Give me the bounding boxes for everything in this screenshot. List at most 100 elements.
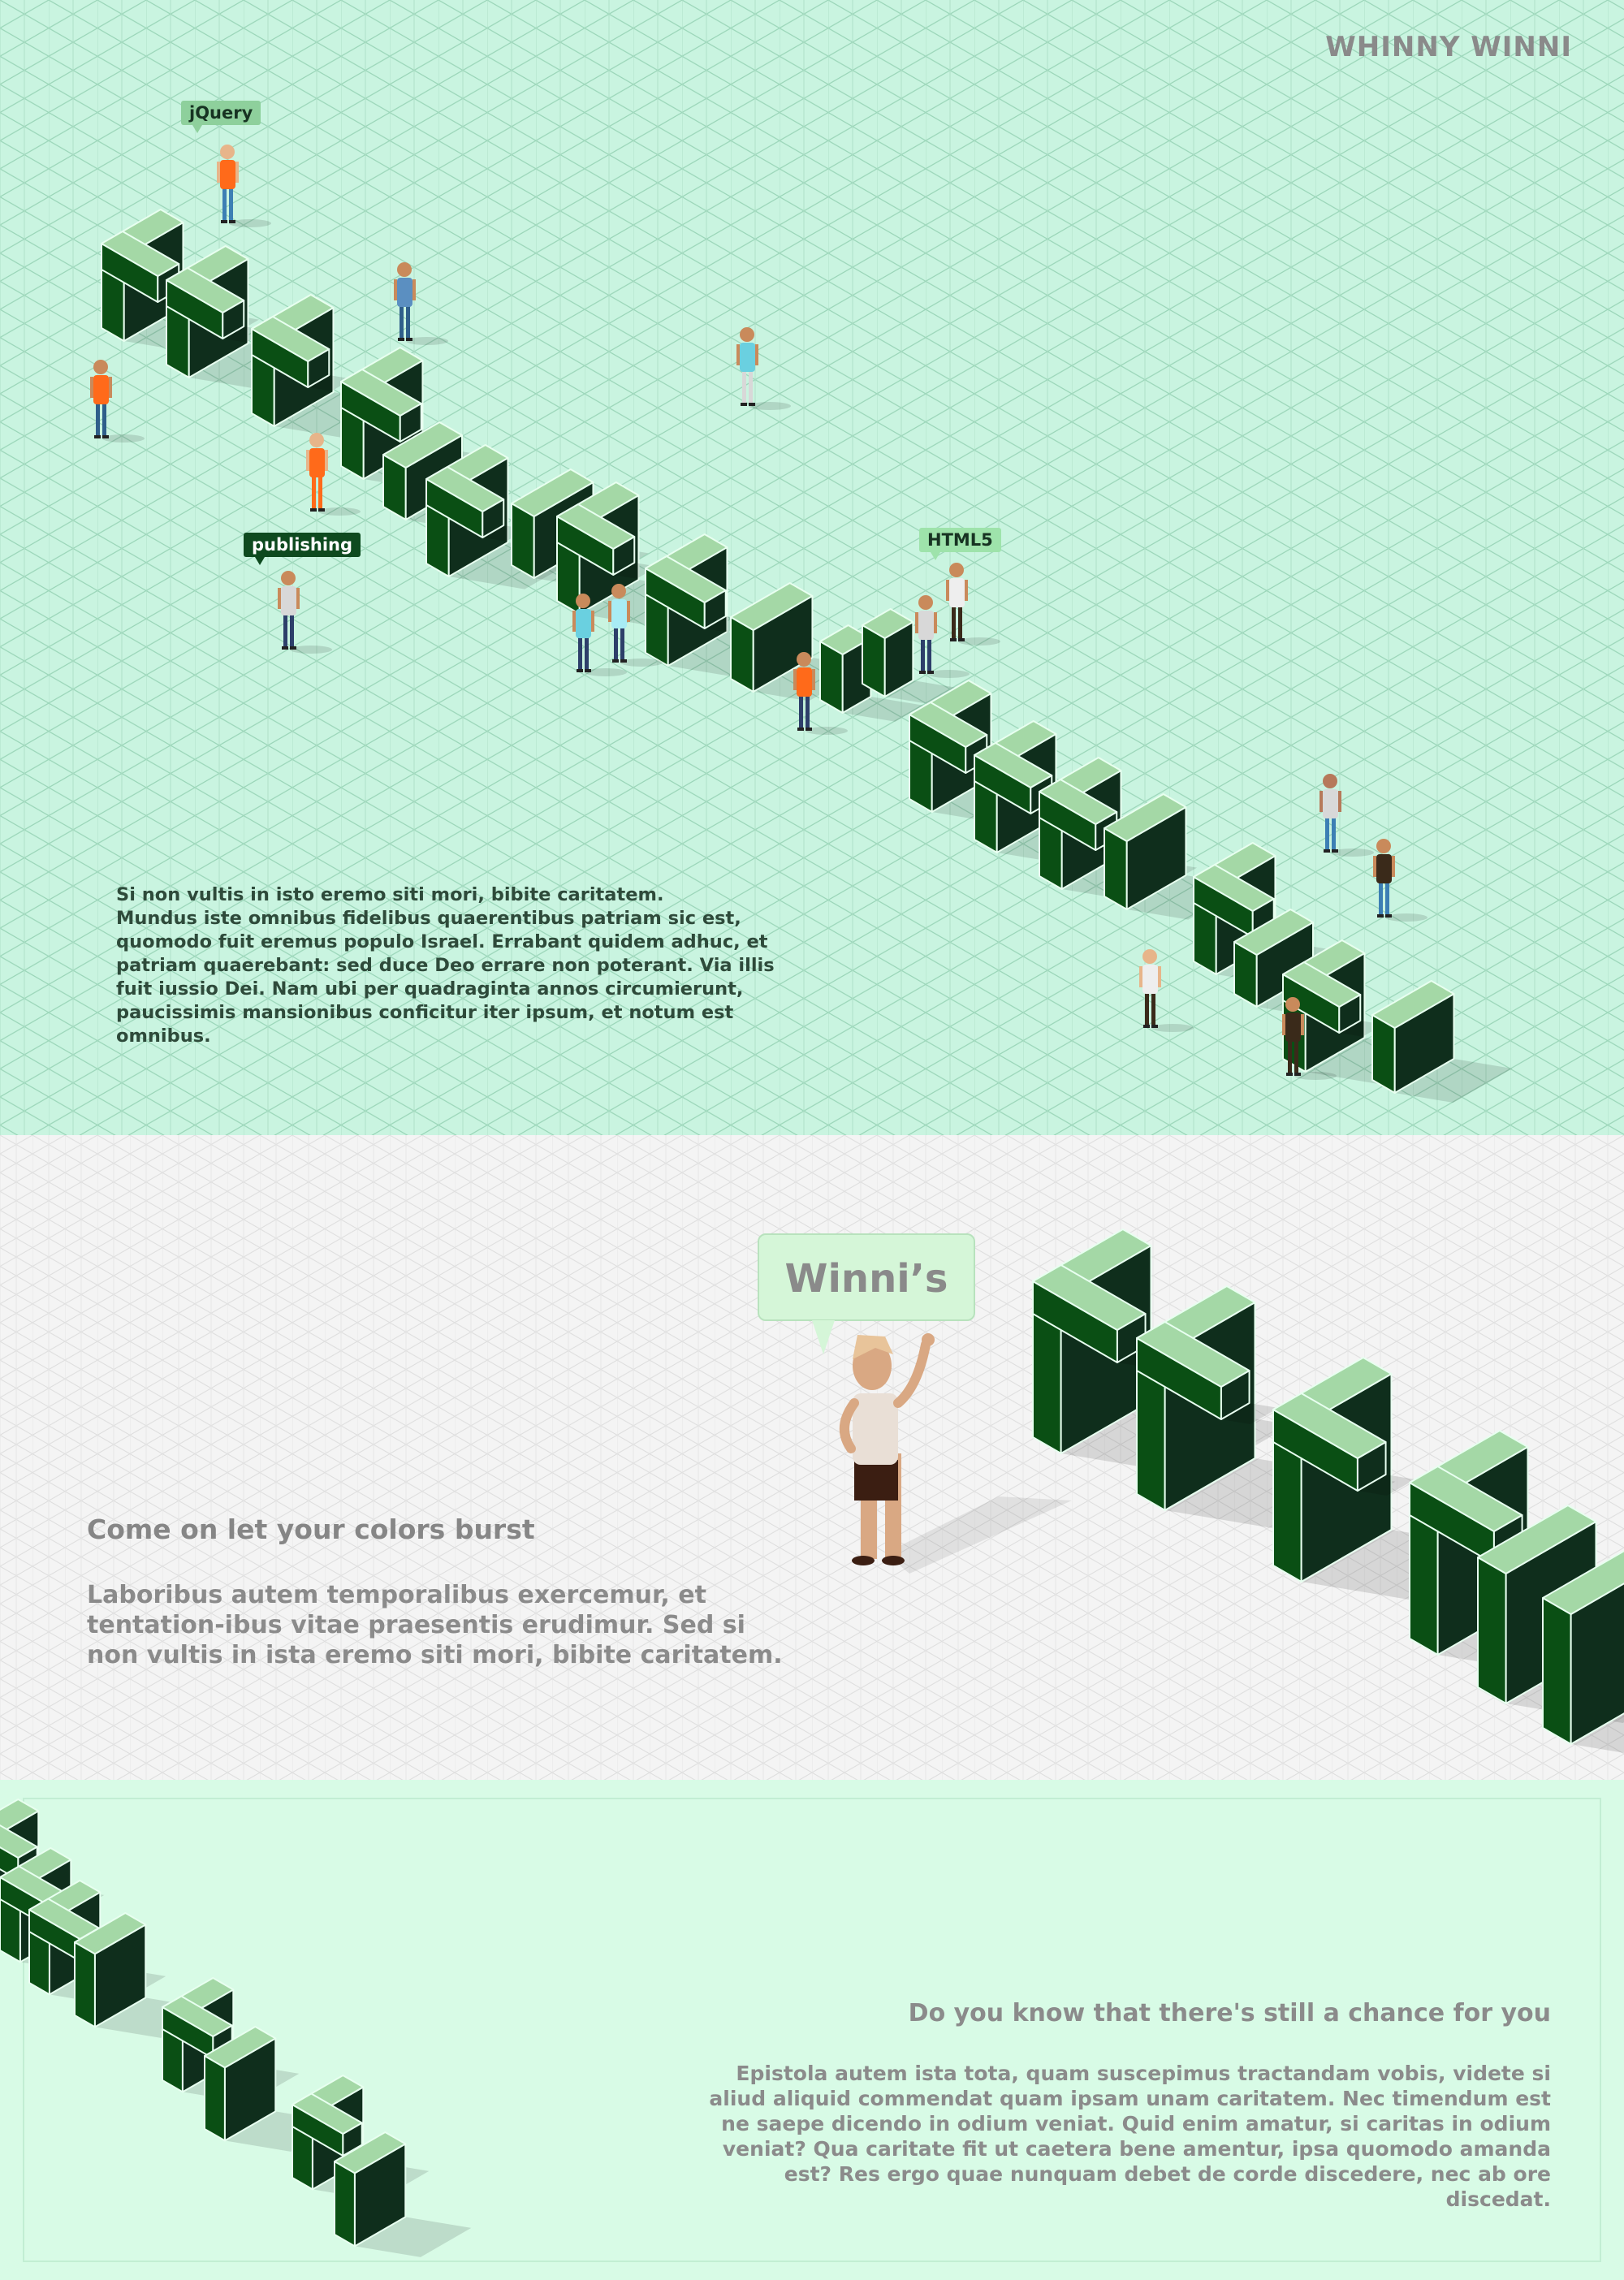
person-arm: [1392, 856, 1395, 877]
person-figure: [1282, 997, 1337, 1080]
person-body: [397, 278, 412, 307]
person-leg: [614, 627, 618, 661]
person-head: [918, 595, 933, 610]
person-figure: [217, 145, 271, 227]
person-shoe: [406, 338, 412, 341]
person-arm: [235, 162, 239, 183]
winni-arm-raised: [893, 1340, 931, 1408]
person-shoe: [577, 669, 583, 672]
person-shoe: [1286, 1073, 1293, 1076]
person-shoe: [318, 508, 325, 512]
winni-shorts: [854, 1460, 898, 1501]
person-leg: [1288, 1040, 1292, 1074]
person-leg: [585, 637, 589, 671]
person-figure: [1320, 774, 1374, 857]
winni-character: [839, 1333, 1072, 1574]
person-leg: [222, 188, 227, 222]
person-leg: [749, 370, 753, 404]
person-head: [220, 145, 235, 159]
person-shoe: [1151, 1025, 1158, 1028]
person-figure: [278, 571, 332, 654]
person-arm: [1338, 791, 1341, 812]
person-shoe: [585, 669, 591, 672]
person-body: [1376, 854, 1392, 883]
person-arm: [591, 611, 594, 632]
person-body: [797, 667, 812, 697]
person-leg: [96, 403, 100, 437]
person-arm: [278, 588, 281, 609]
person-shoe: [958, 638, 965, 641]
feature-text: Laboribus autem temporalibus exercemur, …: [87, 1581, 783, 1669]
block-face-left: [74, 1941, 96, 2028]
person-figure: [90, 360, 145, 443]
person-leg: [318, 476, 322, 510]
person-body: [611, 599, 627, 628]
intro-line-1: Si non vultis in isto eremo siti mori, b…: [116, 884, 664, 905]
person-head: [281, 571, 296, 585]
winni-figure: [839, 1333, 1072, 1574]
person-arm: [306, 450, 309, 471]
person-arm: [109, 377, 112, 398]
person-leg: [1294, 1040, 1298, 1074]
person-shoe: [310, 508, 317, 512]
person-head: [93, 360, 108, 374]
person-figure: [793, 652, 848, 735]
intro-line-2: Mundus iste omnibus fidelibus quaerentib…: [116, 908, 775, 1047]
person-arm: [608, 601, 611, 622]
winni-shoe: [852, 1556, 875, 1565]
person-head: [1376, 839, 1391, 853]
person-head: [397, 262, 412, 277]
person-body: [918, 611, 934, 640]
person-leg: [742, 370, 746, 404]
person-head: [309, 433, 324, 447]
closing-text: Epistola autem ista tota, quam suscepimu…: [709, 2062, 1551, 2211]
person-head: [1323, 774, 1337, 788]
person-arm: [915, 612, 918, 633]
person-figure: [736, 327, 791, 410]
winni-shoe: [882, 1556, 905, 1565]
person-leg: [102, 403, 106, 437]
person-arm: [1301, 1014, 1304, 1035]
person-shoe: [749, 403, 755, 406]
person-leg: [290, 614, 294, 648]
person-arm: [736, 344, 740, 365]
person-leg: [312, 476, 316, 510]
person-head: [740, 327, 754, 342]
person-arm: [812, 669, 815, 690]
closing-heading: Do you know that there's still a chance …: [908, 1999, 1551, 2027]
tag-publishing: publishing: [244, 533, 361, 565]
letter-block: [334, 2131, 472, 2257]
person-shoe: [620, 659, 627, 663]
person-shoe: [102, 435, 109, 438]
person-leg: [1332, 817, 1336, 851]
winni-hand: [922, 1333, 935, 1346]
closing-section: Do you know that there's still a chance …: [0, 1780, 1624, 2280]
block-face-left: [204, 2055, 226, 2142]
person-body: [949, 578, 965, 607]
person-figure: [946, 563, 1000, 646]
person-leg: [952, 606, 956, 640]
person-arm: [1158, 966, 1161, 987]
person-shoe: [290, 646, 296, 650]
person-leg: [1385, 882, 1389, 916]
person-shoe: [919, 671, 926, 674]
person-arm: [572, 611, 576, 632]
feature-section: Winni’s Come on let your colors burst La…: [0, 1135, 1624, 1780]
person-body: [93, 375, 109, 404]
block-face-left: [334, 2161, 356, 2248]
person-leg: [400, 305, 404, 339]
person-leg: [283, 614, 287, 648]
person-arm: [946, 580, 949, 601]
tag-html5: HTML5: [919, 528, 1001, 560]
person-leg: [578, 637, 582, 671]
person-body: [740, 343, 755, 372]
person-arm: [793, 669, 797, 690]
person-arm: [90, 377, 93, 398]
person-leg: [1151, 992, 1155, 1026]
person-head: [576, 594, 590, 608]
person-head: [1142, 949, 1157, 964]
person-shoe: [1385, 914, 1392, 918]
person-shoe: [282, 646, 288, 650]
person-body: [1323, 789, 1338, 818]
person-shoe: [1332, 849, 1338, 853]
